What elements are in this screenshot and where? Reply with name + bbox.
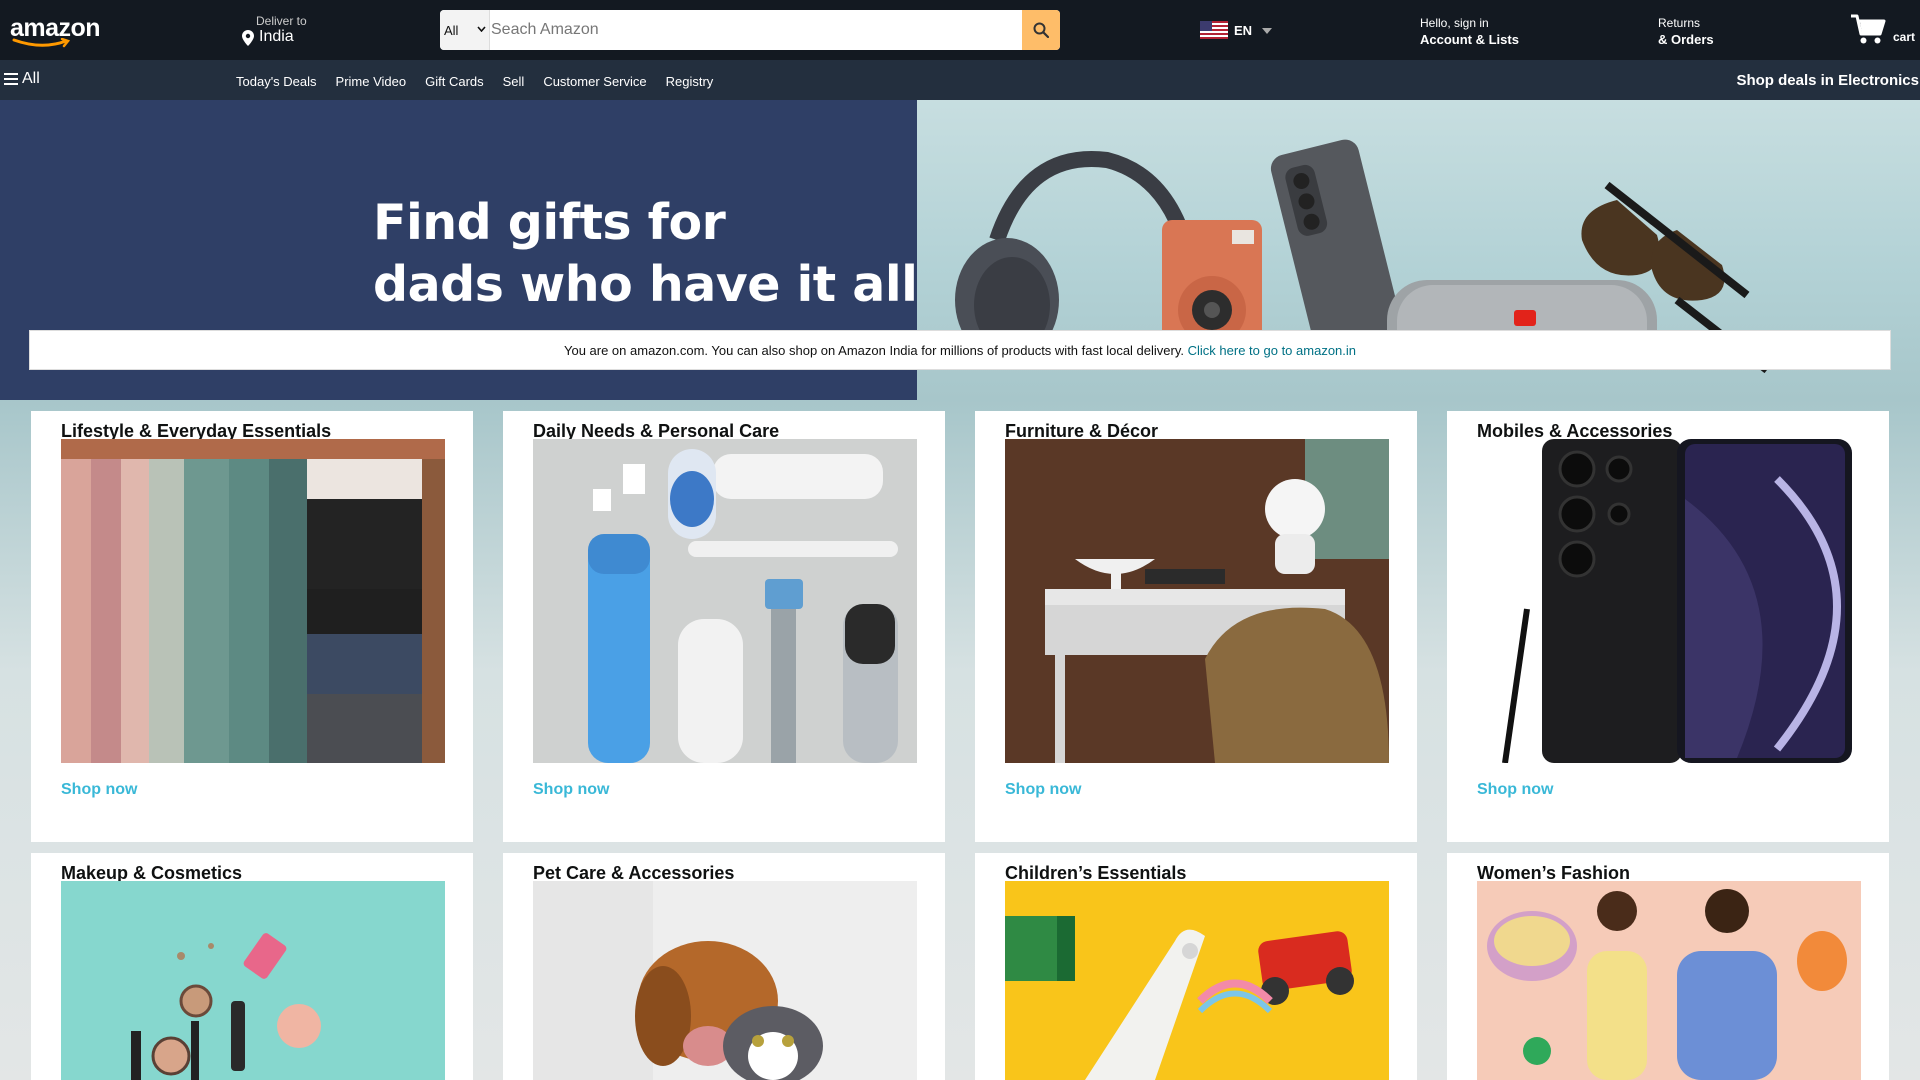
account-and-lists[interactable]: Hello, sign in Account & Lists [1420,16,1519,47]
account-label: Account & Lists [1420,32,1519,47]
card-image-furniture[interactable] [1005,439,1389,763]
fashion-models-image [1477,881,1861,1080]
nav-link-registry[interactable]: Registry [666,74,714,89]
search-category-value: All [444,23,459,38]
desk-image [1005,439,1389,763]
caret-down-icon [1262,28,1272,34]
secondary-navigation-bar: All Today's Deals Prime Video Gift Cards… [0,60,1920,100]
category-card-furniture: Furniture & Décor Shop now [975,411,1417,842]
nav-links: Today's Deals Prime Video Gift Cards Sel… [236,74,713,89]
toys-image [1005,881,1389,1080]
nav-link-gift-cards[interactable]: Gift Cards [425,74,484,89]
category-card-mobiles: Mobiles & Accessories Shop now [1447,411,1889,842]
category-card-lifestyle: Lifestyle & Everyday Essentials Shop now [31,411,473,842]
region-notice-text: You are on amazon.com. You can also shop… [563,343,1185,358]
electronics-deals-link[interactable]: Shop deals in Electronics [1736,72,1919,89]
category-card-personal-care: Daily Needs & Personal Care Shop now [503,411,945,842]
category-card-womens-fashion: Women’s Fashion [1447,853,1889,1080]
all-menu-label: All [22,70,40,87]
language-code: EN [1234,23,1253,38]
deliver-location: India [259,28,294,45]
shop-now-link[interactable]: Shop now [1477,781,1553,799]
nav-link-sell[interactable]: Sell [503,74,525,89]
chevron-down-icon [477,26,486,32]
scarves-image [61,439,445,763]
search-button[interactable] [1022,10,1060,50]
card-image-personal-care[interactable] [533,439,917,763]
search-bar: All [440,10,1060,50]
account-greeting: Hello, sign in [1420,16,1489,30]
logo-smile-icon [12,38,71,48]
shop-now-link[interactable]: Shop now [1005,781,1081,799]
deliver-to-label: Deliver to [256,14,307,28]
amazon-logo[interactable]: amazon [10,16,101,48]
shop-now-link[interactable]: Shop now [61,781,137,799]
shop-now-link[interactable]: Shop now [533,781,609,799]
toiletries-image [533,439,917,763]
region-notice-banner: You are on amazon.com. You can also shop… [29,330,1891,370]
search-input[interactable] [491,10,961,50]
go-to-amazon-in-link[interactable]: Click here to go to amazon.in [1188,343,1356,358]
hamburger-menu-icon [4,73,18,85]
card-image-pet-care[interactable] [533,881,917,1080]
category-card-makeup: Makeup & Cosmetics [31,853,473,1080]
search-category-select[interactable]: All [440,10,490,50]
smartphone-image [1477,439,1861,763]
nav-link-customer-service[interactable]: Customer Service [543,74,646,89]
top-navigation-bar: amazon Deliver to India All Seach Amazon… [0,0,1920,60]
card-image-makeup[interactable] [61,881,445,1080]
category-card-childrens: Children’s Essentials [975,853,1417,1080]
orders-label: & Orders [1658,32,1714,47]
returns-and-orders[interactable]: Returns & Orders [1658,16,1714,47]
hero-headline-line-1: Find gifts for [373,194,726,251]
cart-icon [1851,14,1886,44]
dog-and-cat-image [533,881,917,1080]
card-image-womens-fashion[interactable] [1477,881,1861,1080]
nav-link-prime-video[interactable]: Prime Video [336,74,407,89]
makeup-image [61,881,445,1080]
location-pin-icon [242,30,254,46]
hero-headline-line-2: dads who have it all [373,256,918,313]
category-card-pet-care: Pet Care & Accessories [503,853,945,1080]
us-flag-icon [1200,21,1228,39]
hero-headline: Find gifts for dads who have it all [373,192,918,316]
card-image-mobiles[interactable] [1477,439,1861,763]
card-image-childrens[interactable] [1005,881,1389,1080]
cart-label: cart [1893,30,1916,44]
nav-link-todays-deals[interactable]: Today's Deals [236,74,317,89]
returns-label: Returns [1658,16,1701,30]
search-icon [1033,22,1049,38]
card-image-lifestyle[interactable] [61,439,445,763]
